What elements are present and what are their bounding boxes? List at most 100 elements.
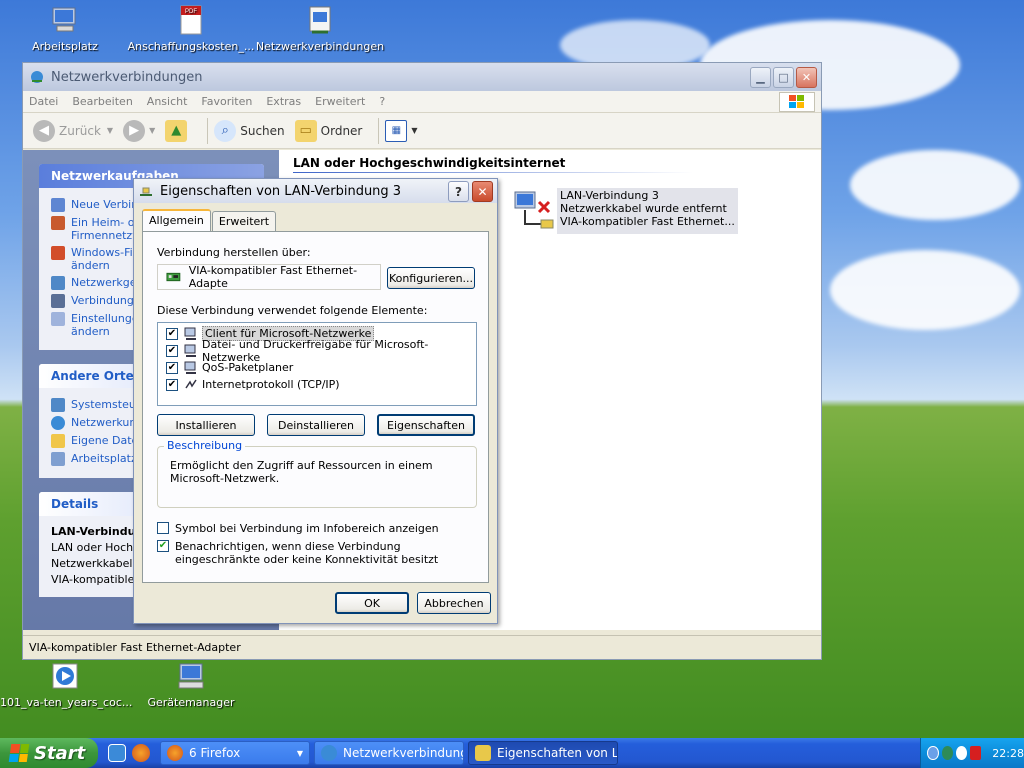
task-label: Netzwerkge bbox=[71, 276, 137, 289]
tab-allgemein[interactable]: Allgemein bbox=[142, 209, 211, 232]
adapter-name: VIA-kompatibler Fast Ethernet-Adapte bbox=[188, 264, 358, 290]
ok-button[interactable]: OK bbox=[335, 592, 409, 614]
folder-icon: ▭ bbox=[294, 119, 317, 142]
taskbar-button-firefox[interactable]: 6 Firefox ▼ bbox=[160, 741, 310, 765]
description-title: Beschreibung bbox=[164, 439, 246, 452]
folders-button[interactable]: ▭ Ordner bbox=[294, 119, 363, 142]
forward-button[interactable]: ▶ ▼ bbox=[123, 119, 155, 142]
status-text: VIA-kompatibler Fast Ethernet-Adapter bbox=[29, 641, 241, 654]
protocol-icon bbox=[185, 379, 197, 388]
device-manager-icon bbox=[178, 663, 204, 689]
group-divider bbox=[293, 172, 693, 173]
back-label: Zurück bbox=[59, 123, 101, 138]
tab-strip: Allgemein Erweitert bbox=[142, 209, 277, 232]
menu-favoriten[interactable]: Favoriten bbox=[201, 95, 252, 108]
close-button[interactable]: ✕ bbox=[796, 67, 817, 88]
menu-bearbeiten[interactable]: Bearbeiten bbox=[72, 95, 132, 108]
menu-extras[interactable]: Extras bbox=[266, 95, 301, 108]
lan-disconnected-icon bbox=[514, 191, 554, 229]
maximize-button[interactable]: □ bbox=[773, 67, 794, 88]
notify-checkbox[interactable]: ✔ bbox=[157, 540, 169, 552]
place-label: Netzwerkum bbox=[71, 416, 141, 429]
list-item[interactable]: ✔ Datei- und Druckerfreigabe für Microso… bbox=[158, 338, 476, 364]
desktop-icon-label: 101_va-ten_years_coc... bbox=[0, 696, 133, 709]
task-label: Einstellunge ändern bbox=[71, 312, 139, 338]
show-icon-checkbox[interactable] bbox=[157, 522, 169, 534]
firefox-icon[interactable] bbox=[132, 744, 150, 762]
install-button[interactable]: Installieren bbox=[157, 414, 255, 436]
menu-ansicht[interactable]: Ansicht bbox=[147, 95, 188, 108]
lan-item-name: LAN-Verbindung 3 bbox=[560, 189, 659, 202]
desktop-icon-pdf[interactable]: PDF Anschaffungskosten_... bbox=[126, 4, 256, 53]
lan-item-text: LAN-Verbindung 3 Netzwerkkabel wurde ent… bbox=[557, 188, 738, 234]
chevron-down-icon: ▼ bbox=[106, 126, 114, 135]
folders-label: Ordner bbox=[320, 123, 363, 138]
place-label: Systemsteu bbox=[71, 398, 136, 411]
desktop-icon-media[interactable]: 101_va-ten_years_coc... bbox=[0, 660, 133, 709]
menu-datei[interactable]: Datei bbox=[29, 95, 58, 108]
network-card-icon bbox=[166, 272, 181, 282]
lan-connection-item[interactable]: LAN-Verbindung 3 Netzwerkkabel wurde ent… bbox=[511, 188, 738, 234]
place-label: Eigene Date bbox=[71, 434, 139, 447]
element-label: QoS-Paketplaner bbox=[202, 361, 294, 374]
windows-flag-icon bbox=[8, 744, 30, 762]
up-folder-button[interactable]: ▲ bbox=[165, 119, 191, 142]
show-icon-option[interactable]: Symbol bei Verbindung im Infobereich anz… bbox=[157, 522, 439, 535]
taskbar-button-netzwerkverbindungen[interactable]: Netzwerkverbindungen bbox=[314, 741, 464, 765]
security-alert-icon[interactable] bbox=[970, 746, 982, 760]
element-checkbox[interactable]: ✔ bbox=[166, 327, 178, 340]
description-text: Ermöglicht den Zugriff auf Ressourcen in… bbox=[170, 459, 433, 485]
connection-icon bbox=[51, 294, 65, 308]
tray-app-icon[interactable] bbox=[955, 746, 968, 760]
network-status-icon[interactable] bbox=[941, 746, 953, 760]
task-label: Ein Heim- od Firmennetzv bbox=[71, 216, 141, 242]
desktop-icon-netzwerkverbindungen[interactable]: Netzwerkverbindungen bbox=[255, 4, 385, 53]
dialog-close-button[interactable]: ✕ bbox=[472, 181, 493, 202]
views-button[interactable]: ▦ ▼ bbox=[385, 119, 418, 142]
properties-dialog: Eigenschaften von LAN-Verbindung 3 ? ✕ A… bbox=[133, 178, 498, 624]
desktop-icon-label: Anschaffungskosten_... bbox=[127, 40, 255, 53]
list-item[interactable]: ✔ Internetprotokoll (TCP/IP) bbox=[158, 376, 476, 393]
uninstall-button[interactable]: Deinstallieren bbox=[267, 414, 365, 436]
connect-label: Verbindung herstellen über: bbox=[157, 246, 311, 259]
pdf-badge: PDF bbox=[185, 9, 197, 15]
dialog-titlebar[interactable]: Eigenschaften von LAN-Verbindung 3 ? ✕ bbox=[134, 179, 497, 203]
back-button[interactable]: ◀ Zurück ▼ bbox=[33, 119, 114, 142]
element-checkbox[interactable]: ✔ bbox=[166, 344, 178, 357]
menu-erweitert[interactable]: Erweitert bbox=[315, 95, 365, 108]
network-connections-icon bbox=[31, 71, 43, 83]
menubar: Datei Bearbeiten Ansicht Favoriten Extra… bbox=[23, 91, 821, 113]
file-printer-sharing-icon bbox=[184, 344, 196, 357]
menu-help[interactable]: ? bbox=[379, 95, 385, 108]
taskbar-button-label: 6 Firefox bbox=[189, 746, 241, 760]
computer-icon bbox=[52, 7, 76, 32]
element-checkbox[interactable]: ✔ bbox=[166, 378, 178, 391]
element-checkbox[interactable]: ✔ bbox=[166, 361, 178, 374]
back-arrow-icon: ◀ bbox=[33, 119, 55, 142]
minimize-button[interactable]: ▁ bbox=[750, 67, 771, 88]
explorer-titlebar[interactable]: Netzwerkverbindungen bbox=[23, 63, 821, 91]
desktop-icon-label: Gerätemanager bbox=[147, 696, 235, 709]
cancel-button[interactable]: Abbrechen bbox=[417, 592, 491, 614]
properties-button[interactable]: Eigenschaften bbox=[377, 414, 475, 436]
taskbar-button-label: Netzwerkverbindungen bbox=[343, 746, 463, 760]
tab-erweitert[interactable]: Erweitert bbox=[211, 211, 277, 232]
desktop-icon-arbeitsplatz[interactable]: Arbeitsplatz bbox=[0, 4, 130, 53]
desktop-icon-geraetemanager[interactable]: Gerätemanager bbox=[126, 660, 256, 709]
start-button[interactable]: Start bbox=[0, 738, 98, 768]
start-label: Start bbox=[34, 742, 86, 764]
tray-expand-icon[interactable] bbox=[927, 746, 939, 760]
show-desktop-icon[interactable] bbox=[108, 744, 126, 762]
help-button[interactable]: ? bbox=[448, 181, 469, 202]
description-group: Beschreibung Ermöglicht den Zugriff auf … bbox=[157, 439, 477, 508]
elements-list: ✔ Client für Microsoft-Netzwerke ✔ Datei… bbox=[157, 322, 477, 406]
notify-option[interactable]: ✔ Benachrichtigen, wenn diese Verbindung… bbox=[157, 540, 477, 566]
configure-button[interactable]: Konfigurieren... bbox=[387, 267, 475, 289]
group-title: LAN oder Hochgeschwindigkeitsinternet bbox=[293, 156, 566, 170]
taskbar-button-eigenschaften[interactable]: Eigenschaften von LA... bbox=[468, 741, 618, 765]
clock[interactable]: 22:28 bbox=[992, 747, 1024, 760]
search-button[interactable]: ⌕ Suchen bbox=[214, 119, 285, 142]
network-connections-icon bbox=[309, 6, 331, 34]
element-label: Datei- und Druckerfreigabe für Microsoft… bbox=[202, 337, 429, 364]
up-folder-icon: ▲ bbox=[165, 119, 188, 142]
